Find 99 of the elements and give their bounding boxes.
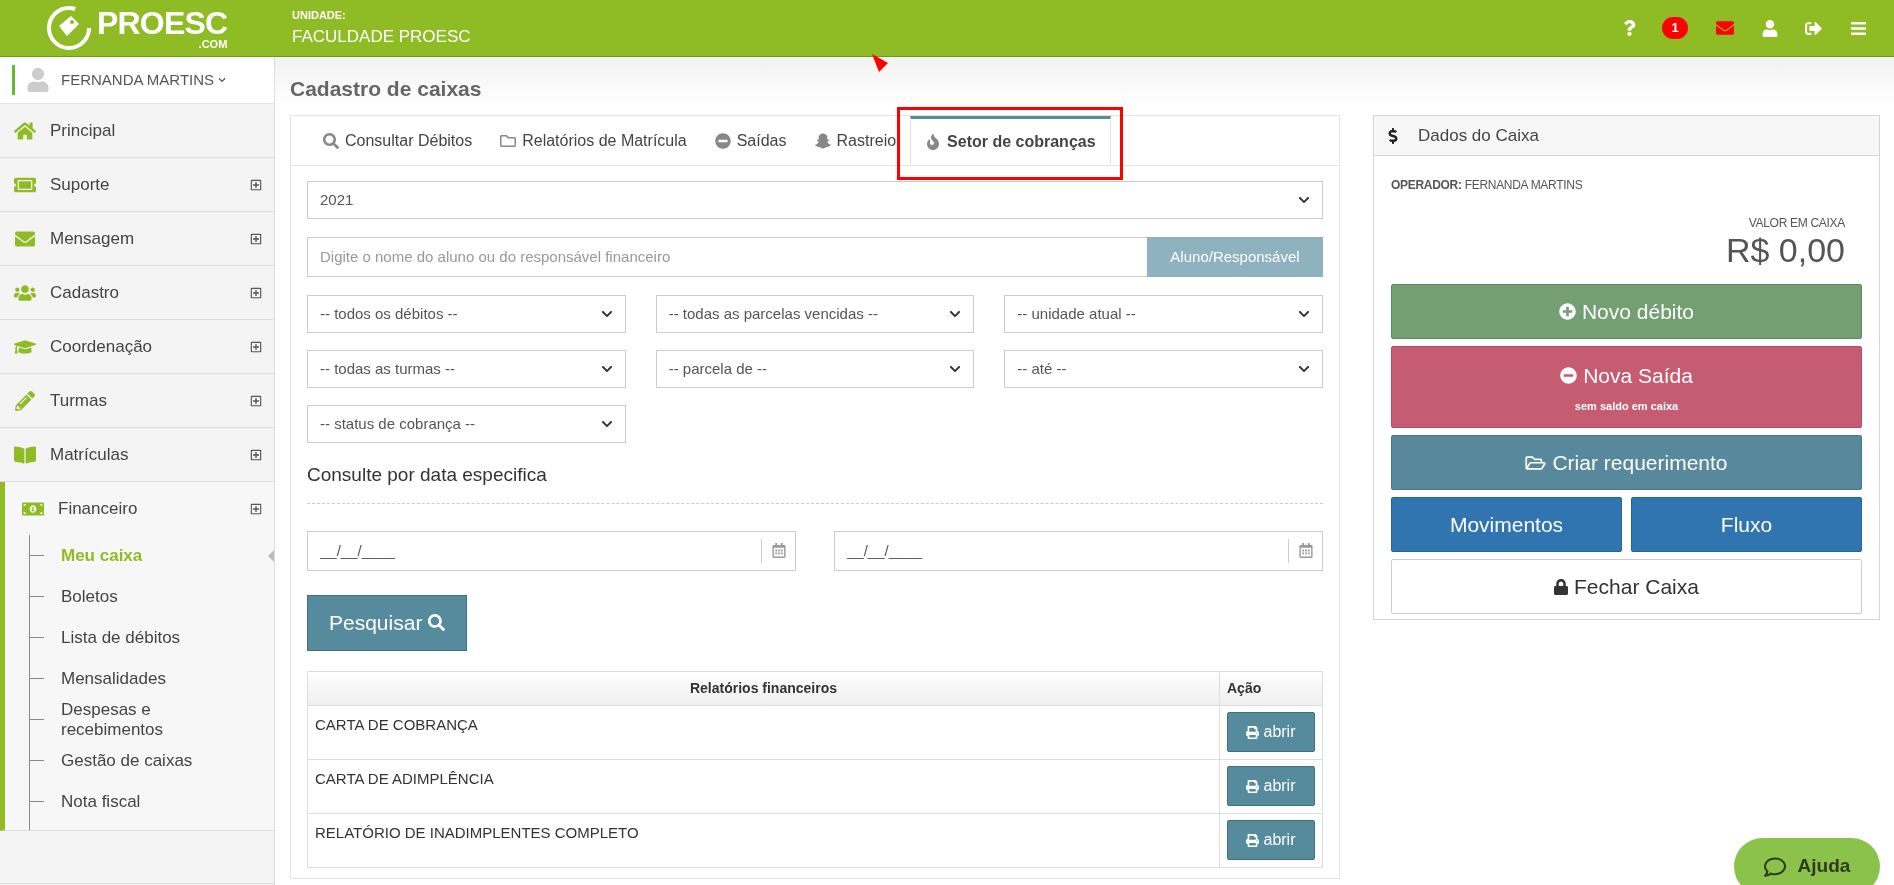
column-header: Ação xyxy=(1219,671,1323,705)
printer-icon xyxy=(1246,833,1260,847)
users-icon xyxy=(14,282,36,303)
search-icon xyxy=(428,614,446,631)
sidebar-item[interactable]: Suporte xyxy=(0,158,274,211)
chevron-down-icon xyxy=(949,363,962,375)
folder-icon xyxy=(1525,453,1547,472)
table-cell: RELATÓRIO DE INADIMPLENTES COMPLETO xyxy=(307,813,1220,867)
expand-icon xyxy=(250,394,262,407)
submenu-item[interactable]: Despesas e recebimentos xyxy=(61,699,221,740)
sidebar-item[interactable]: Financeiro xyxy=(5,482,274,535)
report-button[interactable]: Fluxo xyxy=(1631,497,1862,552)
search-field[interactable]: Digite o nome do aluno ou do responsável financeiro xyxy=(307,237,1147,277)
pencil-icon xyxy=(14,390,36,411)
filter-select[interactable]: -- unidade atual -- xyxy=(1004,295,1323,333)
filter-select[interactable]: -- todas as turmas -- xyxy=(307,350,626,388)
submenu-item[interactable]: Mensalidades xyxy=(61,668,221,689)
year-select[interactable]: 2021 xyxy=(307,181,1323,219)
create-request-button[interactable]: Criar requerimento xyxy=(1391,435,1862,490)
chevron-down-icon xyxy=(600,308,613,320)
logo-tag-icon xyxy=(45,4,93,52)
section-heading: Consulte por data especifica xyxy=(307,461,1323,504)
open-button[interactable]: abrir xyxy=(1227,820,1315,860)
fire-icon xyxy=(925,134,942,150)
table-cell: CARTA DE ADIMPLÊNCIA xyxy=(307,759,1220,813)
table-cell: CARTA DE COBRANÇA xyxy=(307,705,1220,759)
tab[interactable]: Consultar Débitos xyxy=(309,116,487,165)
calendar-icon[interactable] xyxy=(1299,542,1313,558)
filter-select[interactable]: -- até -- xyxy=(1004,350,1323,388)
pointer-arrow-icon xyxy=(872,54,889,72)
sidebar-item[interactable]: Turmas xyxy=(0,374,274,427)
unit-name: FACULDADE PROESC xyxy=(292,25,471,48)
balance-label: VALOR EM CAIXA xyxy=(1748,215,1845,232)
page-title: Cadastro de caixas xyxy=(290,77,483,101)
logo-wordmark: PROESC xyxy=(97,6,228,39)
chevron-down-icon xyxy=(1298,308,1310,320)
chevron-down-icon xyxy=(218,76,227,84)
new-withdrawal-button[interactable]: Nova Saída sem saldo em caixa xyxy=(1391,346,1862,428)
logout-icon[interactable] xyxy=(1804,19,1823,37)
house-icon xyxy=(14,120,36,141)
expand-icon xyxy=(250,286,262,299)
printer-icon xyxy=(1246,725,1260,739)
sidebar-item[interactable]: Mensagem xyxy=(0,212,274,265)
chevron-down-icon xyxy=(1298,194,1310,206)
sidebar-item[interactable]: Matrículas xyxy=(0,428,274,481)
report-button[interactable]: Movimentos xyxy=(1391,497,1622,552)
submenu-item[interactable]: Boletos xyxy=(61,586,221,607)
tab[interactable]: Rastreio xyxy=(800,116,911,165)
search-submit-button[interactable]: Pesquisar xyxy=(307,594,468,651)
operator-text: OPERADOR: FERNANDA MARTINS xyxy=(1391,177,1584,194)
logo-domain: .COM xyxy=(198,38,228,50)
expand-icon xyxy=(250,232,262,245)
sidebar-item[interactable]: Coordenação xyxy=(0,320,274,373)
user-menu[interactable]: FERNANDA MARTINS xyxy=(0,57,274,104)
chevron-down-icon xyxy=(1298,363,1310,375)
tab[interactable]: Saídas xyxy=(700,116,801,165)
submenu-item[interactable]: Lista de débitos xyxy=(61,627,221,648)
ghost-icon xyxy=(814,132,831,149)
help-icon[interactable] xyxy=(1623,20,1636,36)
open-button[interactable]: abrir xyxy=(1227,766,1315,806)
open-button[interactable]: abrir xyxy=(1227,712,1315,752)
sidebar-item[interactable]: Cadastro xyxy=(0,266,274,319)
help-chat-button[interactable]: Ajuda xyxy=(1734,838,1880,885)
search-icon xyxy=(323,132,339,149)
balance-value: R$ 0,00 xyxy=(1725,232,1845,268)
menu-icon[interactable] xyxy=(1849,19,1868,37)
expand-icon xyxy=(250,340,262,353)
user-icon[interactable] xyxy=(1762,19,1778,37)
tab[interactable]: Setor de cobranças xyxy=(910,116,1111,165)
sidebar-item[interactable]: Principal xyxy=(0,104,274,157)
lock-icon xyxy=(1554,578,1569,595)
dollar-icon xyxy=(1388,127,1398,144)
date-field[interactable]: __/__/____ xyxy=(307,530,796,571)
envelope-icon[interactable] xyxy=(1714,19,1736,37)
close-cash-button[interactable]: Fechar Caixa xyxy=(1391,559,1862,614)
submenu-item[interactable]: Gestão de caixas xyxy=(61,750,221,771)
panel-title: Dados do Caixa xyxy=(1418,124,1539,147)
filter-select[interactable]: -- todas as parcelas vencidas -- xyxy=(655,295,975,333)
book-icon xyxy=(14,444,36,465)
filter-select[interactable]: -- status de cobrança -- xyxy=(307,405,626,443)
tab[interactable]: Relatórios de Matrícula xyxy=(486,116,701,165)
chevron-down-icon xyxy=(600,363,613,375)
notification-badge[interactable]: 1 xyxy=(1662,17,1688,39)
expand-icon xyxy=(250,178,262,191)
avatar-icon xyxy=(27,68,49,92)
chevron-down-icon xyxy=(600,418,613,430)
unit-label: UNIDADE: xyxy=(292,8,347,23)
folder-icon xyxy=(500,132,517,149)
submenu-item[interactable]: Nota fiscal xyxy=(61,791,221,812)
expand-icon xyxy=(250,502,262,515)
expand-icon xyxy=(250,448,262,461)
printer-icon xyxy=(1246,779,1260,793)
column-header: Relatórios financeiros xyxy=(307,671,1220,705)
filter-select[interactable]: -- todos os débitos -- xyxy=(307,295,626,333)
date-field[interactable]: __/__/____ xyxy=(834,530,1323,571)
chevron-down-icon xyxy=(949,308,962,320)
calendar-icon[interactable] xyxy=(772,542,786,558)
chat-bubble-icon xyxy=(1763,855,1786,878)
filter-select[interactable]: -- parcela de -- xyxy=(655,350,975,388)
